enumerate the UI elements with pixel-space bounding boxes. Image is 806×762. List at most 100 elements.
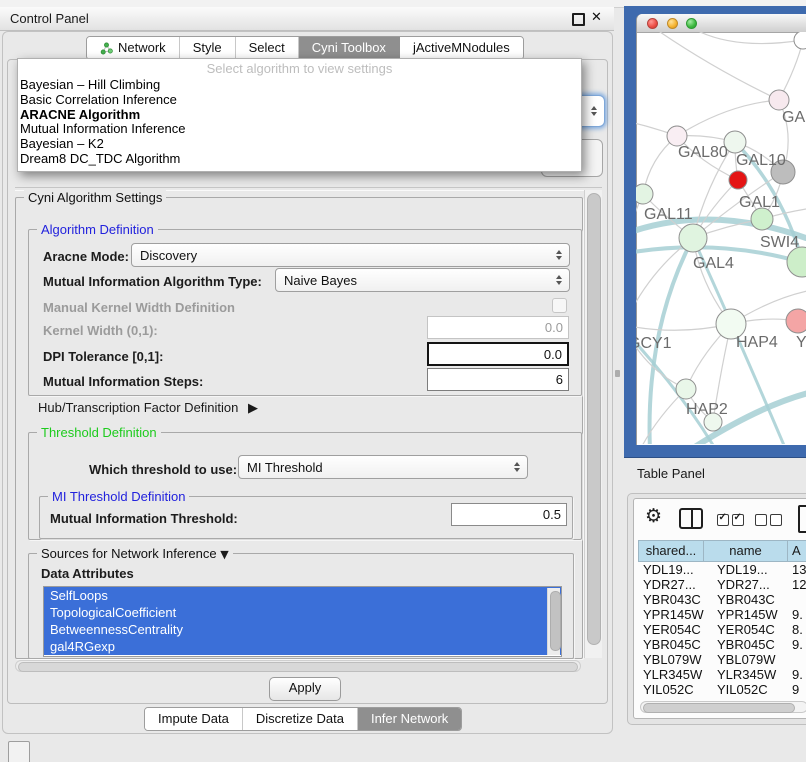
apply-button[interactable]: Apply [269, 677, 341, 701]
algorithm-option-bayesian-k2[interactable]: Bayesian – K2 [18, 137, 581, 152]
mi-steps-field[interactable]: 6 [427, 368, 569, 391]
manual-kernel-width-checkbox[interactable] [552, 298, 567, 313]
mi-algorithm-type-combo[interactable]: Naive Bayes [275, 268, 570, 292]
clear-selection-checkboxes-icon[interactable] [755, 514, 782, 526]
node-gal1[interactable] [751, 208, 773, 230]
algorithm-option-basic-correlation-inference[interactable]: Basic Correlation Inference [18, 93, 581, 108]
node-swi4[interactable] [787, 247, 806, 277]
table-icon-partial[interactable] [798, 505, 806, 533]
close-window-icon[interactable] [647, 18, 658, 29]
dpi-tolerance-field[interactable]: 0.0 [427, 342, 569, 366]
mi-threshold-definition-title: MI Threshold Definition [48, 489, 189, 504]
hub-definition-toggle[interactable]: Hub/Transcription Factor Definition ▶ [38, 400, 258, 416]
list-scrollbar-thumb[interactable] [550, 591, 561, 651]
panel-resize-handle[interactable] [615, 370, 620, 377]
tab-jactivemnodules[interactable]: jActiveMNodules [400, 37, 523, 59]
algorithm-option-aracne-algorithm[interactable]: ARACNE Algorithm [18, 108, 581, 123]
application-window: Control Panel ✕ Network Style Select Cyni T… [0, 0, 806, 762]
column-header-name[interactable]: name [704, 540, 788, 562]
cell: YDR27... [717, 577, 770, 592]
attribute-item-selfloops[interactable]: SelfLoops [44, 587, 561, 604]
attribute-item-topologicalcoefficient[interactable]: TopologicalCoefficient [44, 604, 561, 621]
algorithm-option-dream8-dc-tdc-algorithm[interactable]: Dream8 DC_TDC Algorithm [18, 152, 581, 167]
which-threshold-value: MI Threshold [247, 460, 323, 475]
cell: 9. [792, 637, 803, 652]
cell: YBR043C [643, 592, 701, 607]
cell: 9. [792, 607, 803, 622]
expand-arrow-icon[interactable]: ▶ [248, 401, 258, 416]
settings-horizontal-scrollbar[interactable] [15, 660, 581, 672]
aracne-mode-label: Aracne Mode: [43, 249, 129, 264]
collapsed-panel-icon[interactable] [8, 741, 30, 762]
table-horizontal-scrollbar-thumb[interactable] [643, 703, 795, 713]
node-label-gal11: GAL11 [644, 206, 693, 223]
which-threshold-combo[interactable]: MI Threshold [238, 455, 528, 479]
tab-label: Select [249, 37, 285, 59]
manual-kernel-width-label: Manual Kernel Width Definition [43, 300, 235, 315]
column-header-a[interactable]: A [788, 540, 806, 562]
bottom-tab-impute-data[interactable]: Impute Data [145, 708, 243, 730]
settings-vertical-scrollbar[interactable] [584, 190, 602, 658]
mi-steps-label: Mutual Information Steps: [43, 374, 203, 389]
tab-label: Network [118, 37, 166, 59]
mi-threshold-field[interactable]: 0.5 [451, 503, 567, 526]
column-header-shared[interactable]: shared... [638, 540, 704, 562]
cell: YIL052C [643, 682, 694, 697]
node-gal11[interactable] [636, 184, 653, 204]
minimize-window-icon[interactable] [667, 18, 678, 29]
node-salmon[interactable] [786, 309, 806, 333]
table-row[interactable]: YDR27...YDR27...12 [638, 577, 806, 592]
table-row[interactable]: YDL19...YDL19...13 [638, 562, 806, 577]
tab-select[interactable]: Select [236, 37, 299, 59]
node-red[interactable] [729, 171, 747, 189]
network-canvas[interactable]: GALGAL80GAL10GAL1GAL11SWI4GAL4GCY1HAP4YH… [636, 32, 806, 444]
settings-vertical-scrollbar-thumb[interactable] [587, 193, 601, 645]
close-panel-icon[interactable]: ✕ [591, 10, 602, 25]
table-row[interactable]: YER054CYER054C8. [638, 622, 806, 637]
data-attributes-list[interactable]: SelfLoopsTopologicalCoefficientBetweenne… [43, 586, 562, 657]
which-threshold-label: Which threshold to use: [89, 462, 237, 477]
table-row[interactable]: YBR043CYBR043C [638, 592, 806, 607]
bottom-tab-infer-network[interactable]: Infer Network [358, 708, 461, 730]
float-window-icon[interactable] [572, 13, 585, 26]
tab-cyni-toolbox[interactable]: Cyni Toolbox [299, 37, 400, 59]
algorithm-option-bayesian-hill-climbing[interactable]: Bayesian – Hill Climbing [18, 78, 581, 93]
attribute-item-gal4rgexp[interactable]: gal4RGexp [44, 638, 561, 655]
table-row[interactable]: YBL079WYBL079W [638, 652, 806, 667]
settings-horizontal-scrollbar-thumb[interactable] [18, 662, 578, 672]
node-label-gal80: GAL80 [678, 144, 728, 161]
cell: 12 [792, 577, 806, 592]
cell: 8. [792, 622, 803, 637]
node-gal80[interactable] [667, 126, 687, 146]
table-header: shared...nameA [638, 540, 806, 562]
attribute-item-betweennesscentrality[interactable]: BetweennessCentrality [44, 621, 561, 638]
sources-title: Sources for Network Inference ▼ [37, 546, 233, 562]
split-view-icon[interactable] [679, 508, 703, 529]
table-row[interactable]: YPR145WYPR145W9. [638, 607, 806, 622]
network-window-titlebar[interactable] [637, 14, 806, 33]
node-unlabeled-top[interactable] [794, 32, 806, 49]
table-row[interactable]: YIL052CYIL052C9 [638, 682, 806, 697]
threshold-definition-group: Threshold Definition Which threshold to … [28, 432, 582, 540]
node-gal4[interactable] [679, 224, 707, 252]
list-scrollbar[interactable] [547, 588, 560, 655]
select-all-checkboxes-icon[interactable] [717, 514, 744, 526]
collapse-arrow-icon[interactable]: ▼ [220, 548, 228, 561]
node-label-gal1: GAL1 [739, 194, 780, 211]
node-hap2[interactable] [676, 379, 696, 399]
zoom-window-icon[interactable] [686, 18, 697, 29]
gear-icon[interactable]: ⚙ [645, 505, 662, 527]
table-horizontal-scrollbar[interactable] [640, 701, 806, 713]
kernel-width-field[interactable]: 0.0 [427, 316, 569, 339]
tab-network[interactable]: Network [87, 37, 180, 59]
bottom-tab-discretize-data[interactable]: Discretize Data [243, 708, 358, 730]
dropdown-placeholder: Select algorithm to view settings [18, 59, 581, 78]
table-row[interactable]: YBR045CYBR045C9. [638, 637, 806, 652]
control-panel-titlebar: Control Panel ✕ [0, 7, 614, 31]
tab-style[interactable]: Style [180, 37, 236, 59]
node-gal-partial[interactable] [769, 90, 789, 110]
mi-algorithm-type-label: Mutual Information Algorithm Type: [43, 274, 262, 289]
table-row[interactable]: YLR345WYLR345W9. [638, 667, 806, 682]
algorithm-option-mutual-information-inference[interactable]: Mutual Information Inference [18, 122, 581, 137]
aracne-mode-combo[interactable]: Discovery [131, 243, 570, 267]
